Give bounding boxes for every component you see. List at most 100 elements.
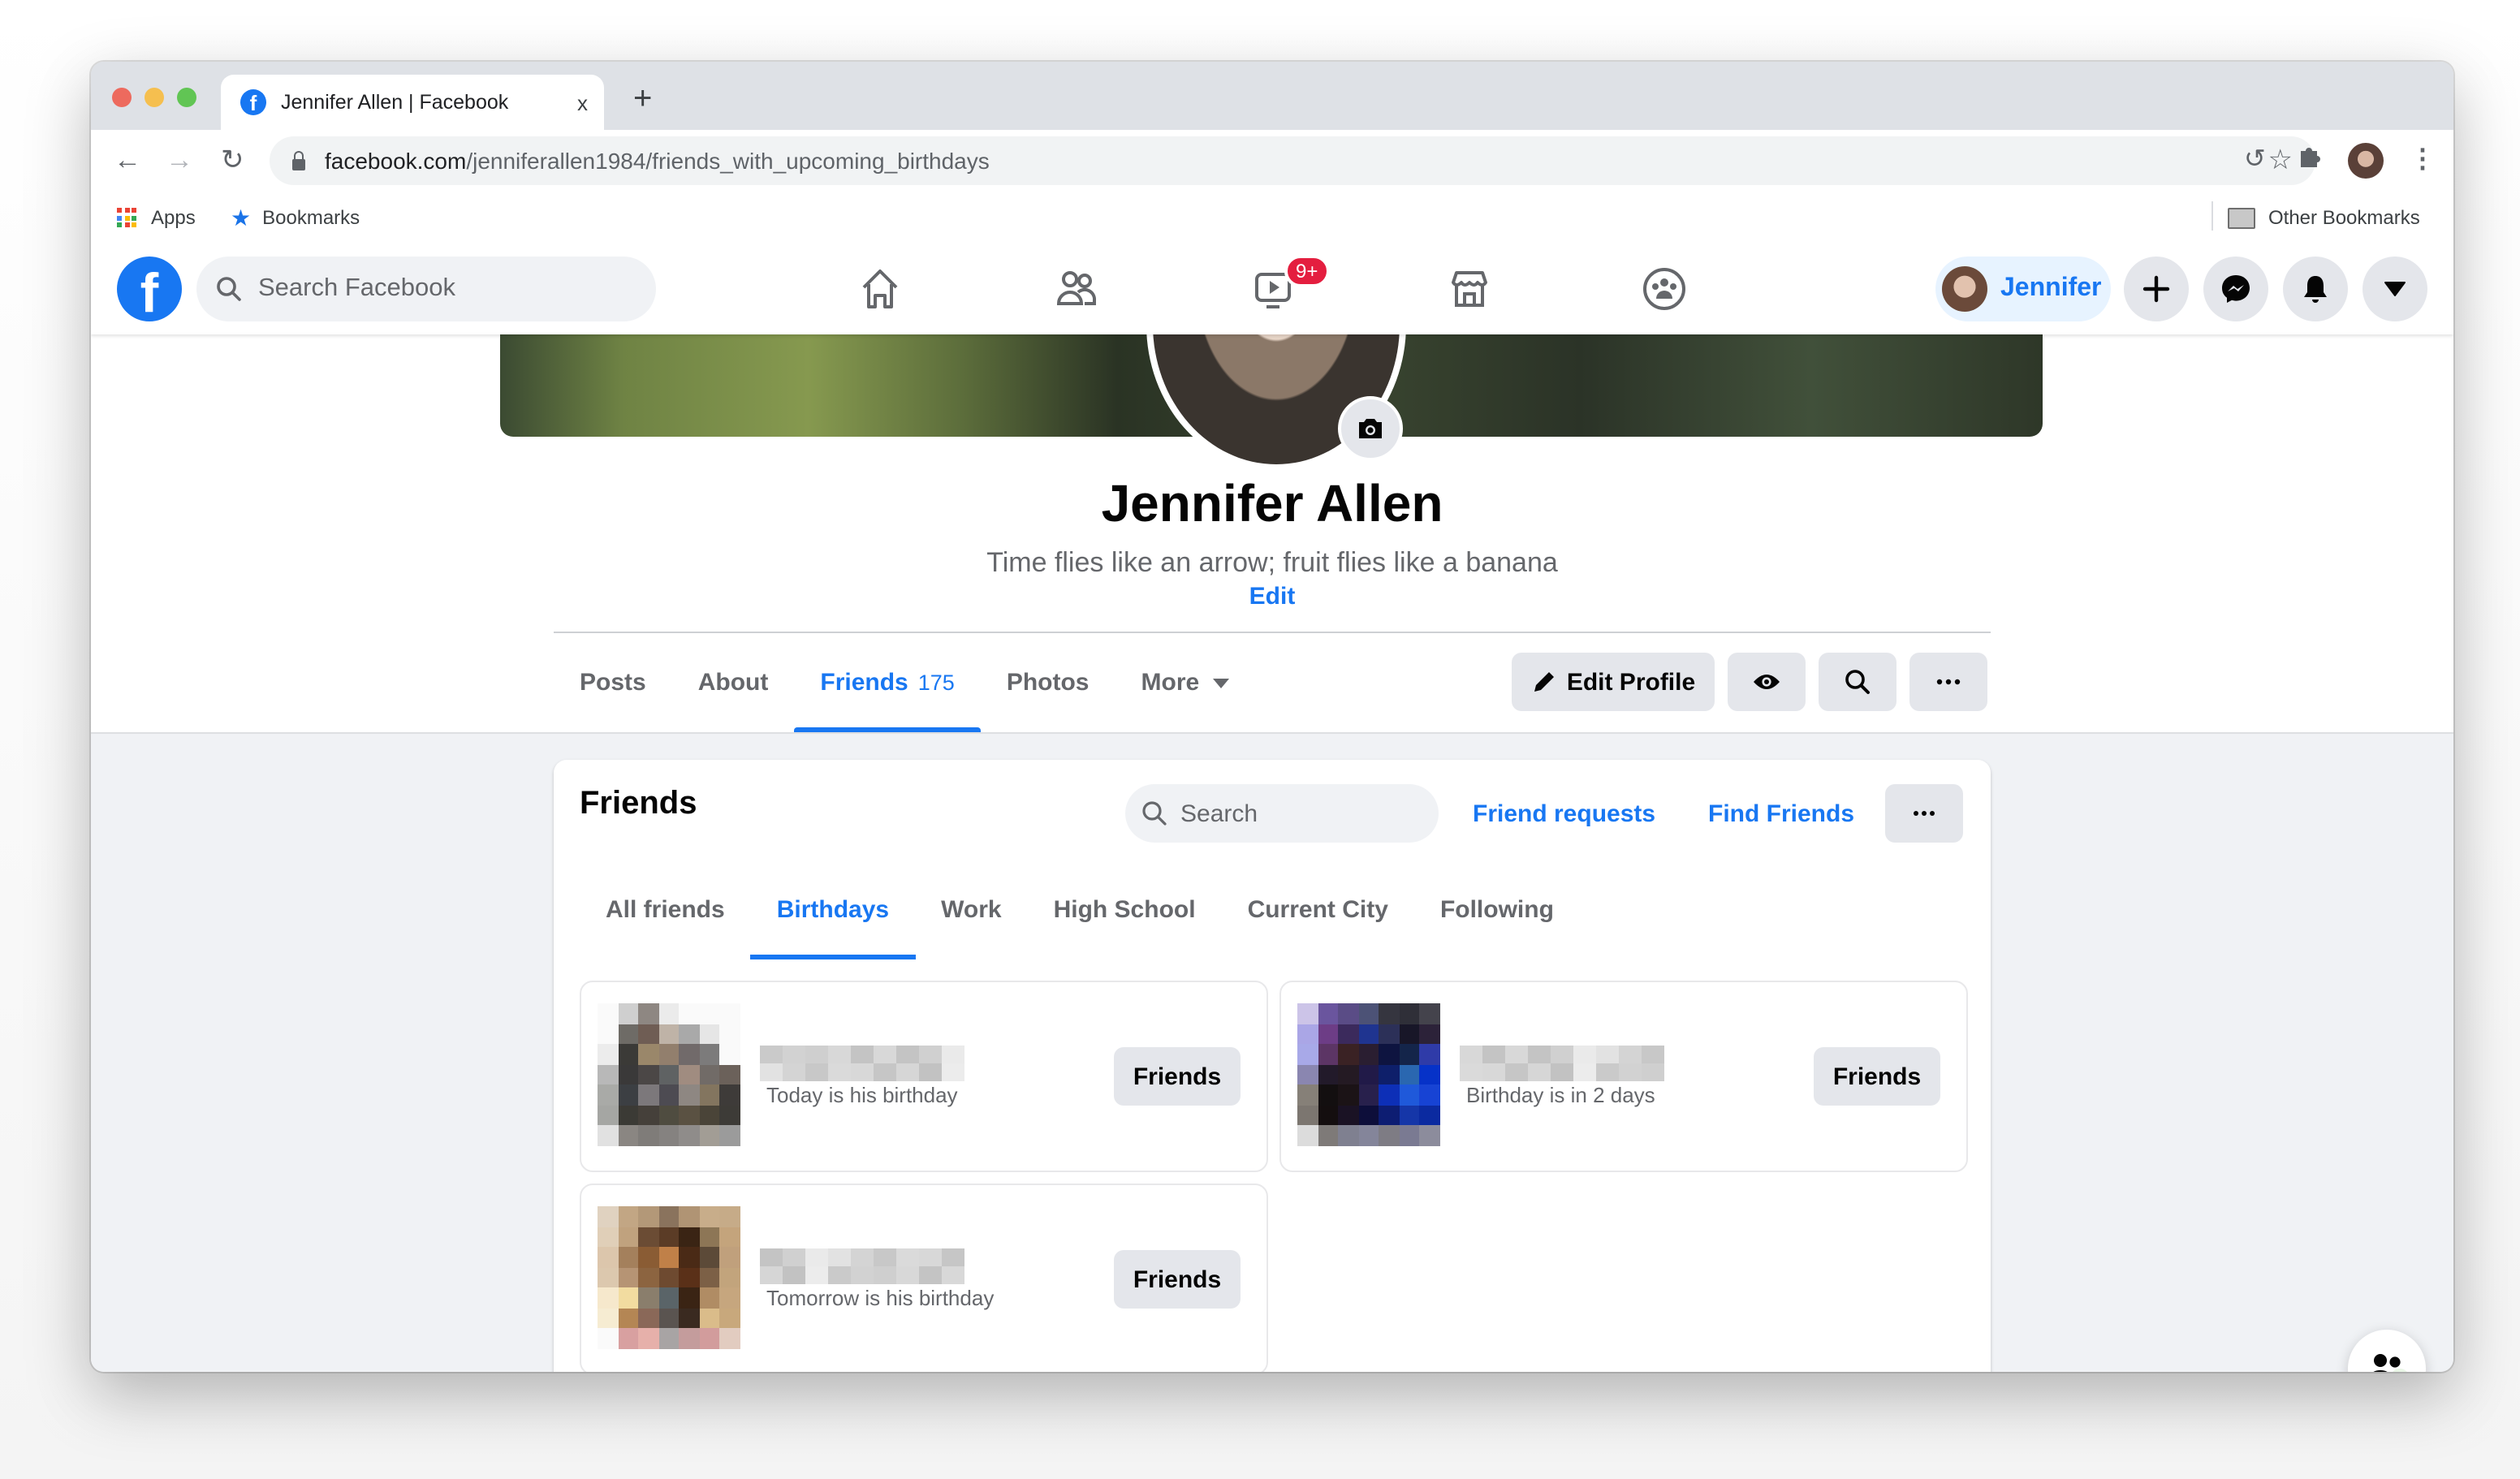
minimize-window-button[interactable]: [145, 88, 164, 107]
search-profile-button[interactable]: [1819, 653, 1896, 711]
photo-pixel: [638, 1247, 659, 1268]
close-window-button[interactable]: [112, 88, 132, 107]
photo-pixel: [1399, 1125, 1420, 1146]
photo-pixel: [679, 1064, 700, 1085]
account-menu-button[interactable]: [2362, 257, 2427, 321]
reload-icon[interactable]: ↻: [221, 144, 244, 177]
bookmark-star-icon[interactable]: ☆: [2268, 144, 2293, 177]
name-pixel: [783, 1046, 805, 1063]
update-profile-picture-button[interactable]: [1338, 396, 1403, 461]
name-pixel: [1619, 1063, 1642, 1081]
nav-friends[interactable]: [987, 244, 1166, 334]
photo-pixel: [719, 1044, 740, 1065]
browser-profile-avatar[interactable]: [2348, 143, 2384, 179]
name-pixel: [1619, 1046, 1642, 1063]
photo-pixel: [719, 1247, 740, 1268]
marketplace-icon: [1452, 271, 1487, 307]
find-friends-link[interactable]: Find Friends: [1708, 800, 1854, 828]
messenger-button[interactable]: [2203, 257, 2268, 321]
friend-photo-pixelated[interactable]: [598, 1206, 740, 1349]
facebook-search-box[interactable]: [196, 257, 656, 321]
facebook-logo-icon[interactable]: f: [117, 257, 182, 321]
friend-name-redacted[interactable]: [1460, 1046, 1664, 1081]
bookmark-bookmarks-label: Bookmarks: [262, 206, 360, 229]
photo-pixel: [1318, 1003, 1339, 1024]
nav-watch[interactable]: 9+: [1184, 244, 1362, 334]
extensions-puzzle-icon[interactable]: [2296, 144, 2322, 180]
tab-posts[interactable]: Posts: [554, 633, 672, 732]
photo-pixel: [638, 1206, 659, 1227]
tab-birthdays[interactable]: Birthdays: [750, 864, 916, 959]
camera-icon: [1359, 419, 1382, 438]
bookmark-apps[interactable]: Apps: [117, 206, 196, 229]
photo-pixel: [1399, 1044, 1420, 1065]
name-pixel: [760, 1248, 783, 1266]
name-pixel: [1596, 1063, 1619, 1081]
tab-following[interactable]: Following: [1414, 864, 1580, 955]
create-button[interactable]: [2124, 257, 2189, 321]
tab-high-school[interactable]: High School: [1028, 864, 1222, 955]
notifications-button[interactable]: [2283, 257, 2348, 321]
tab-current-city[interactable]: Current City: [1222, 864, 1414, 955]
browser-menu-icon[interactable]: ⋮: [2410, 144, 2436, 177]
friends-more-button[interactable]: [1885, 784, 1963, 843]
tab-close-icon[interactable]: x: [577, 90, 588, 114]
tab-strip: f Jennifer Allen | Facebook x +: [91, 62, 2453, 130]
photo-pixel: [658, 1247, 680, 1268]
facebook-search-input[interactable]: [255, 273, 619, 305]
address-bar[interactable]: facebook.com/jenniferallen1984/friends_w…: [270, 136, 2315, 185]
profile-more-button[interactable]: [1909, 653, 1987, 711]
tab-friends[interactable]: Friends 175: [794, 633, 981, 732]
edit-profile-button[interactable]: Edit Profile: [1512, 653, 1715, 711]
name-pixel: [805, 1266, 828, 1284]
groups-icon: [1643, 268, 1685, 310]
photo-pixel: [1318, 1024, 1339, 1045]
edit-profile-label: Edit Profile: [1566, 668, 1696, 696]
photo-pixel: [719, 1267, 740, 1288]
name-pixel: [851, 1063, 874, 1081]
friends-status-button[interactable]: Friends: [1814, 1047, 1940, 1106]
name-pixel: [1505, 1046, 1528, 1063]
friends-search-input[interactable]: [1177, 798, 1411, 829]
nav-marketplace[interactable]: [1380, 244, 1559, 334]
friend-name-redacted[interactable]: [760, 1248, 964, 1284]
tab-about[interactable]: About: [672, 633, 795, 732]
new-tab-button[interactable]: +: [633, 83, 652, 115]
view-as-button[interactable]: [1728, 653, 1806, 711]
photo-pixel: [658, 1267, 680, 1288]
maximize-window-button[interactable]: [177, 88, 196, 107]
url-text[interactable]: facebook.com/jenniferallen1984/friends_w…: [325, 148, 990, 174]
bookmark-bookmarks[interactable]: ★ Bookmarks: [231, 206, 360, 229]
friends-search-box[interactable]: [1125, 784, 1439, 843]
photo-pixel: [598, 1125, 619, 1146]
bookmark-other[interactable]: Other Bookmarks: [2228, 206, 2420, 229]
nav-home[interactable]: [791, 244, 969, 334]
new-contacts-button[interactable]: 0: [2348, 1330, 2426, 1372]
friend-requests-link[interactable]: Friend requests: [1473, 800, 1655, 828]
tab-photos[interactable]: Photos: [981, 633, 1115, 732]
home-icon: [862, 269, 898, 308]
browser-tab[interactable]: f Jennifer Allen | Facebook x: [221, 75, 604, 130]
photo-pixel: [598, 1105, 619, 1126]
pencil-icon: [1534, 672, 1554, 692]
edit-bio-link[interactable]: Edit: [91, 583, 2453, 610]
friend-name-redacted[interactable]: [760, 1046, 964, 1081]
friend-list-item: Tomorrow is his birthday Friends: [580, 1184, 1268, 1372]
friends-status-button[interactable]: Friends: [1114, 1047, 1241, 1106]
tab-more[interactable]: More: [1115, 633, 1255, 732]
back-arrow-icon[interactable]: ←: [114, 144, 141, 177]
friend-photo-pixelated[interactable]: [598, 1003, 740, 1146]
name-pixel: [1505, 1063, 1528, 1081]
tab-work[interactable]: Work: [915, 864, 1027, 955]
name-pixel: [1482, 1046, 1505, 1063]
profile-shortcut[interactable]: Jennifer: [1935, 257, 2111, 321]
friends-status-button[interactable]: Friends: [1114, 1250, 1241, 1309]
forward-arrow-icon[interactable]: →: [166, 144, 193, 177]
tab-all-friends[interactable]: All friends: [580, 864, 751, 955]
photo-pixel: [598, 1227, 619, 1248]
tab-label: Current City: [1247, 895, 1388, 923]
search-icon: [1845, 670, 1870, 694]
nav-groups[interactable]: [1575, 244, 1754, 334]
extension-refresh-icon[interactable]: ↺: [2244, 144, 2266, 177]
friend-photo-pixelated[interactable]: [1297, 1003, 1440, 1146]
